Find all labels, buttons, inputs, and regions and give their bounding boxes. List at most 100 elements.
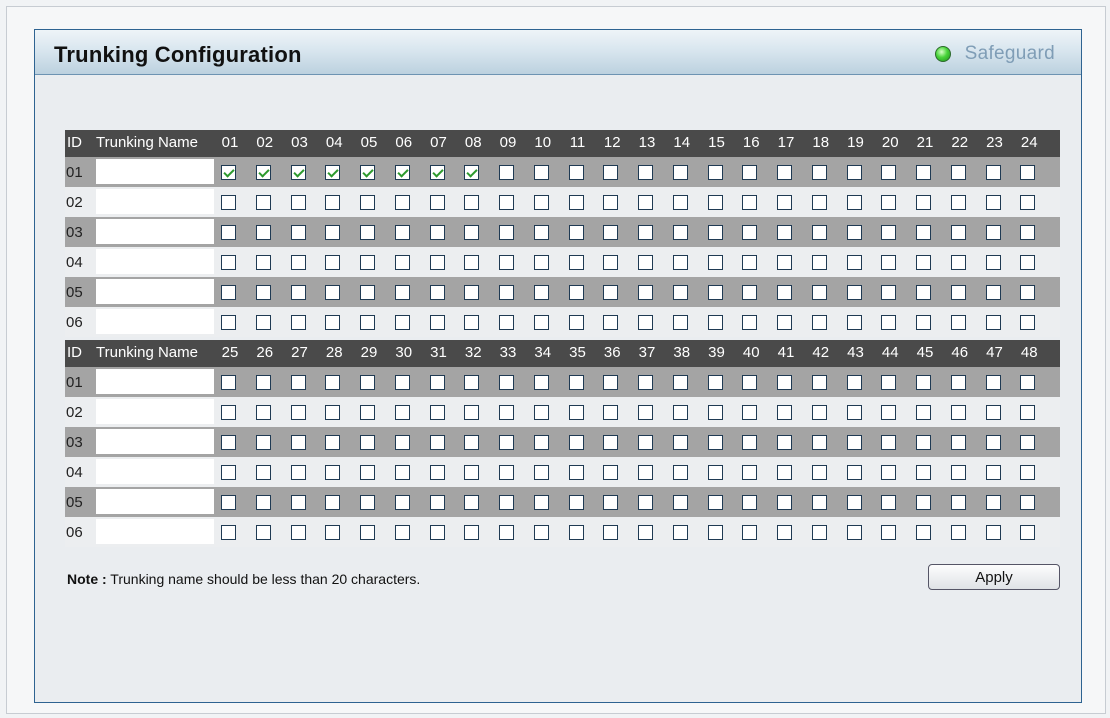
port-checkbox[interactable] [568,405,584,420]
port-checkbox[interactable] [394,165,410,180]
port-checkbox[interactable] [777,435,792,450]
port-checkbox[interactable] [255,495,271,510]
port-checkbox[interactable] [707,225,723,240]
port-checkbox[interactable] [881,165,897,180]
apply-button[interactable]: Apply [928,564,1060,590]
port-checkbox[interactable] [777,195,792,210]
port-checkbox[interactable] [638,525,653,540]
port-checkbox[interactable] [638,435,653,450]
port-checkbox[interactable] [672,225,688,240]
port-checkbox[interactable] [881,465,897,480]
port-checkbox[interactable] [916,495,931,510]
port-checkbox[interactable] [568,225,584,240]
port-checkbox[interactable] [707,165,723,180]
port-checkbox[interactable] [499,435,514,450]
port-checkbox[interactable] [499,495,514,510]
port-checkbox[interactable] [950,285,966,300]
port-checkbox[interactable] [464,375,480,390]
port-checkbox[interactable] [672,405,688,420]
port-checkbox[interactable] [846,375,862,390]
port-checkbox[interactable] [394,315,410,330]
port-checkbox[interactable] [325,195,341,210]
port-checkbox[interactable] [916,195,931,210]
port-checkbox[interactable] [846,435,862,450]
trunking-name-input[interactable] [96,519,214,544]
port-checkbox[interactable] [221,435,236,450]
port-checkbox[interactable] [777,405,792,420]
port-checkbox[interactable] [707,525,723,540]
port-checkbox[interactable] [464,285,480,300]
port-checkbox[interactable] [290,165,306,180]
port-checkbox[interactable] [1020,465,1036,480]
port-checkbox[interactable] [985,465,1001,480]
port-checkbox[interactable] [221,315,236,330]
trunking-name-input[interactable] [96,279,214,304]
port-checkbox[interactable] [881,375,897,390]
port-checkbox[interactable] [603,165,619,180]
port-checkbox[interactable] [464,315,480,330]
port-checkbox[interactable] [464,405,480,420]
port-checkbox[interactable] [533,285,549,300]
port-checkbox[interactable] [777,465,792,480]
port-checkbox[interactable] [811,525,827,540]
port-checkbox[interactable] [846,255,862,270]
port-checkbox[interactable] [429,495,445,510]
port-checkbox[interactable] [255,405,271,420]
port-checkbox[interactable] [985,285,1001,300]
port-checkbox[interactable] [325,405,341,420]
port-checkbox[interactable] [464,225,480,240]
port-checkbox[interactable] [811,315,827,330]
port-checkbox[interactable] [464,165,480,180]
port-checkbox[interactable] [846,195,862,210]
port-checkbox[interactable] [603,465,619,480]
port-checkbox[interactable] [916,255,931,270]
port-checkbox[interactable] [916,285,931,300]
port-checkbox[interactable] [568,255,584,270]
port-checkbox[interactable] [638,225,653,240]
port-checkbox[interactable] [950,165,966,180]
port-checkbox[interactable] [672,375,688,390]
port-checkbox[interactable] [221,465,236,480]
port-checkbox[interactable] [881,525,897,540]
port-checkbox[interactable] [429,165,445,180]
port-checkbox[interactable] [950,315,966,330]
port-checkbox[interactable] [255,465,271,480]
port-checkbox[interactable] [672,255,688,270]
port-checkbox[interactable] [464,195,480,210]
port-checkbox[interactable] [742,525,758,540]
port-checkbox[interactable] [325,165,341,180]
port-checkbox[interactable] [672,435,688,450]
port-checkbox[interactable] [672,165,688,180]
port-checkbox[interactable] [950,225,966,240]
port-checkbox[interactable] [603,405,619,420]
port-checkbox[interactable] [742,225,758,240]
port-checkbox[interactable] [638,195,653,210]
port-checkbox[interactable] [1020,195,1036,210]
port-checkbox[interactable] [950,435,966,450]
port-checkbox[interactable] [638,285,653,300]
port-checkbox[interactable] [429,465,445,480]
port-checkbox[interactable] [603,375,619,390]
port-checkbox[interactable] [777,315,792,330]
port-checkbox[interactable] [846,315,862,330]
port-checkbox[interactable] [985,375,1001,390]
port-checkbox[interactable] [255,225,271,240]
port-checkbox[interactable] [499,375,514,390]
trunking-name-input[interactable] [96,189,214,214]
port-checkbox[interactable] [290,465,306,480]
port-checkbox[interactable] [1020,375,1036,390]
port-checkbox[interactable] [325,285,341,300]
port-checkbox[interactable] [950,495,966,510]
port-checkbox[interactable] [429,255,445,270]
port-checkbox[interactable] [360,435,375,450]
port-checkbox[interactable] [464,465,480,480]
port-checkbox[interactable] [221,495,236,510]
port-checkbox[interactable] [811,285,827,300]
port-checkbox[interactable] [255,315,271,330]
port-checkbox[interactable] [533,435,549,450]
port-checkbox[interactable] [950,255,966,270]
port-checkbox[interactable] [707,405,723,420]
port-checkbox[interactable] [707,255,723,270]
port-checkbox[interactable] [568,465,584,480]
port-checkbox[interactable] [638,315,653,330]
